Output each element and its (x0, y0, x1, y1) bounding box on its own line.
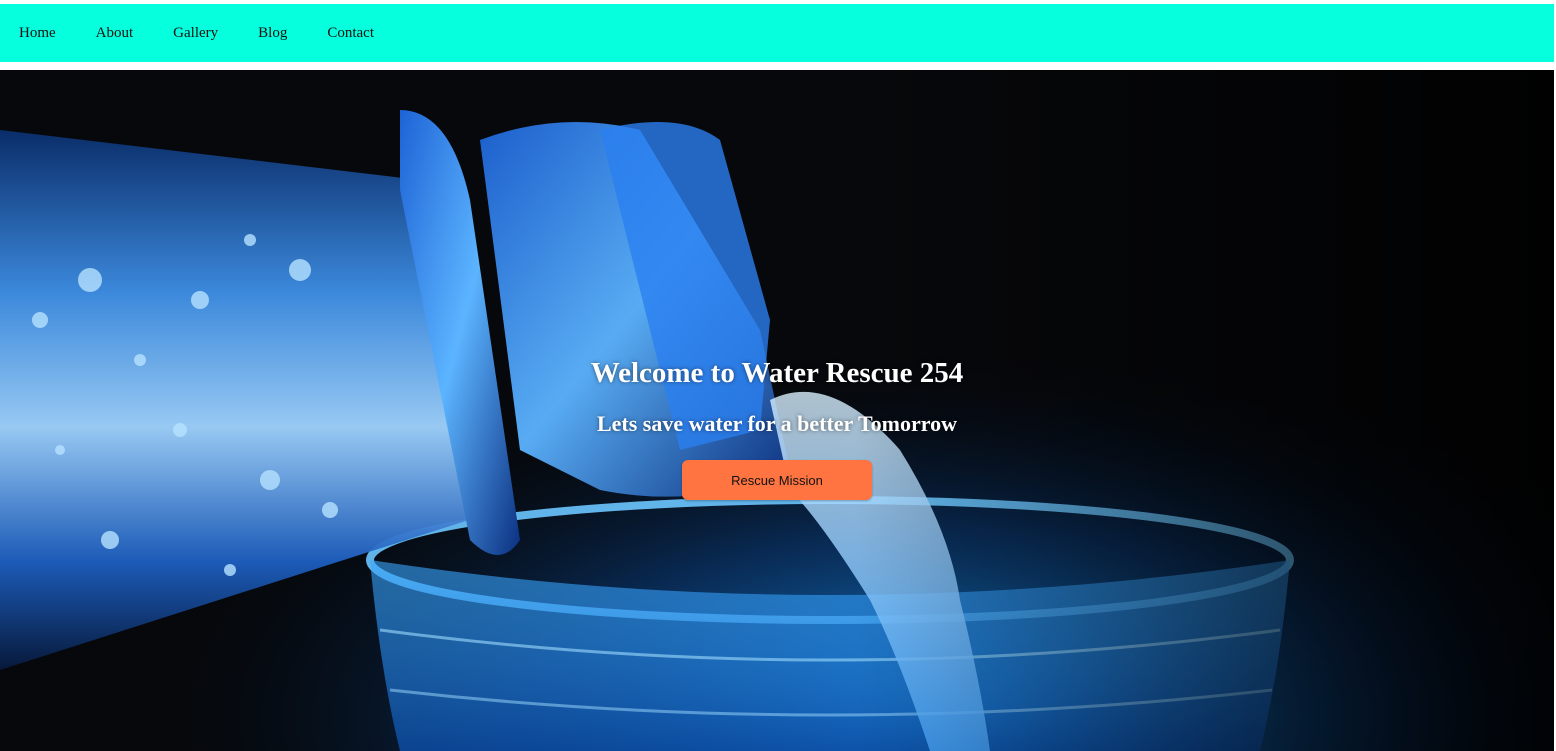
hero-title: Welcome to Water Rescue 254 (590, 357, 964, 389)
top-navbar: Home About Gallery Blog Contact (0, 4, 1554, 62)
hero-subtitle: Lets save water for a better Tomorrow (596, 411, 958, 436)
hero-section: Welcome to Water Rescue 254 Lets save wa… (0, 70, 1554, 751)
nav-blog-link[interactable]: Blog (258, 25, 287, 42)
nav-gallery-link[interactable]: Gallery (173, 25, 218, 42)
hero-content: Welcome to Water Rescue 254 Lets save wa… (0, 355, 1554, 500)
nav-home-link[interactable]: Home (19, 25, 56, 42)
nav-contact-link[interactable]: Contact (327, 25, 374, 42)
nav-about-link[interactable]: About (96, 25, 134, 42)
rescue-mission-button[interactable]: Rescue Mission (682, 460, 872, 500)
